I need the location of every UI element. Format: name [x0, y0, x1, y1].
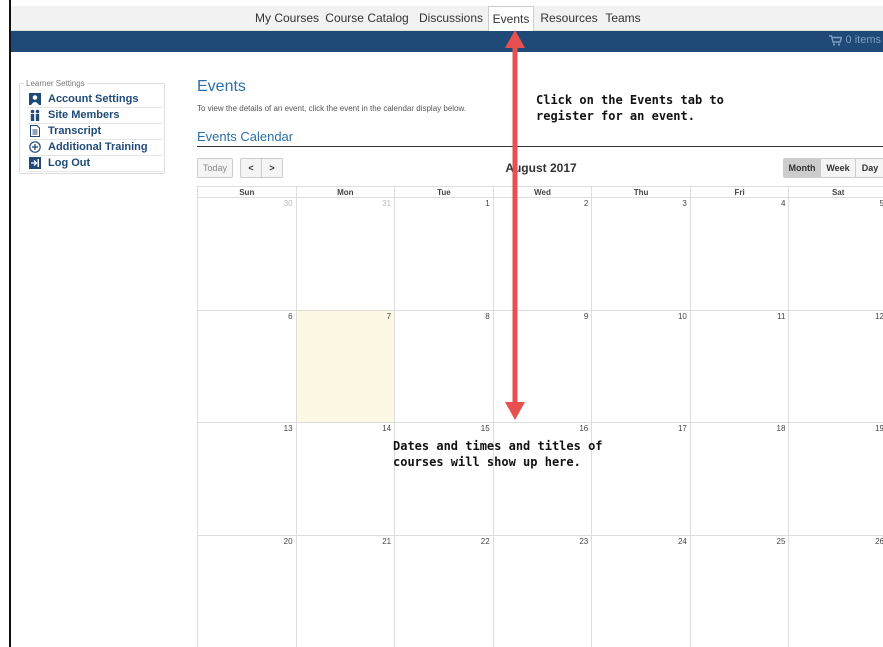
annotation-arrow	[505, 30, 525, 420]
arrow-head-down	[505, 402, 525, 420]
arrow-head-up	[505, 30, 525, 48]
app-frame: My Courses Course Catalog Discussions Ev…	[9, 0, 883, 647]
